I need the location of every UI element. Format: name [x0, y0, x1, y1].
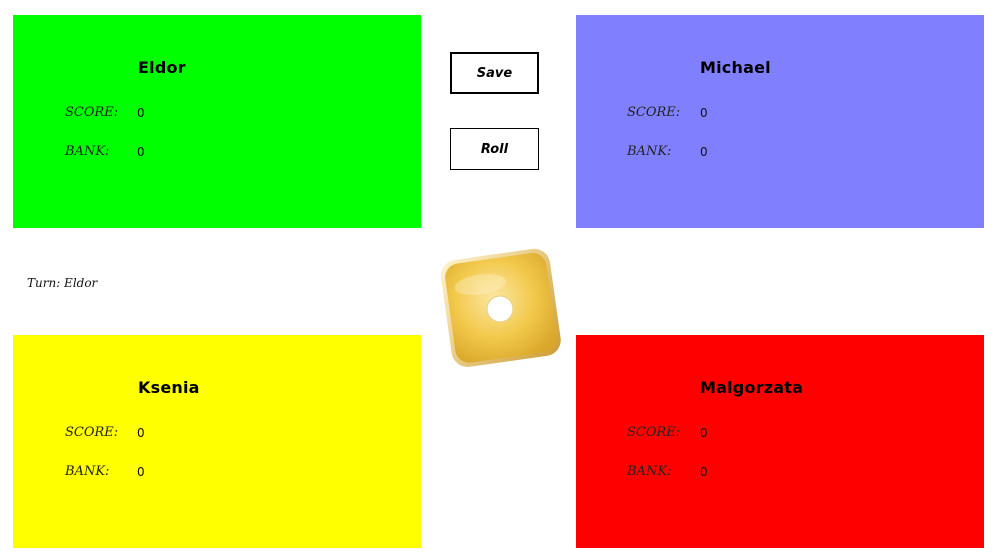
score-label: SCORE: — [65, 105, 119, 120]
bank-label: BANK: — [65, 144, 110, 159]
player-name: Malgorzata — [700, 378, 804, 397]
player-panel-eldor: Eldor SCORE: 0 BANK: 0 — [13, 15, 421, 228]
turn-indicator: Turn: Eldor — [27, 276, 98, 290]
die[interactable] — [436, 248, 564, 370]
score-label: SCORE: — [627, 105, 681, 120]
player-name: Michael — [700, 58, 771, 77]
score-label: SCORE: — [627, 425, 681, 440]
player-panel-michael: Michael SCORE: 0 BANK: 0 — [576, 15, 984, 228]
player-name: Eldor — [138, 58, 186, 77]
score-value: 0 — [700, 106, 708, 120]
game-board: Eldor SCORE: 0 BANK: 0 Michael SCORE: 0 … — [0, 0, 992, 558]
die-icon — [440, 248, 561, 367]
roll-button[interactable]: Roll — [450, 128, 539, 170]
bank-value: 0 — [137, 465, 145, 479]
score-value: 0 — [137, 426, 145, 440]
bank-value: 0 — [137, 145, 145, 159]
score-label: SCORE: — [65, 425, 119, 440]
player-name: Ksenia — [138, 378, 200, 397]
score-value: 0 — [700, 426, 708, 440]
bank-label: BANK: — [627, 464, 672, 479]
player-panel-malgorzata: Malgorzata SCORE: 0 BANK: 0 — [576, 335, 984, 548]
score-value: 0 — [137, 106, 145, 120]
bank-label: BANK: — [627, 144, 672, 159]
bank-label: BANK: — [65, 464, 110, 479]
bank-value: 0 — [700, 145, 708, 159]
bank-value: 0 — [700, 465, 708, 479]
player-panel-ksenia: Ksenia SCORE: 0 BANK: 0 — [13, 335, 421, 548]
save-button[interactable]: Save — [450, 52, 539, 94]
